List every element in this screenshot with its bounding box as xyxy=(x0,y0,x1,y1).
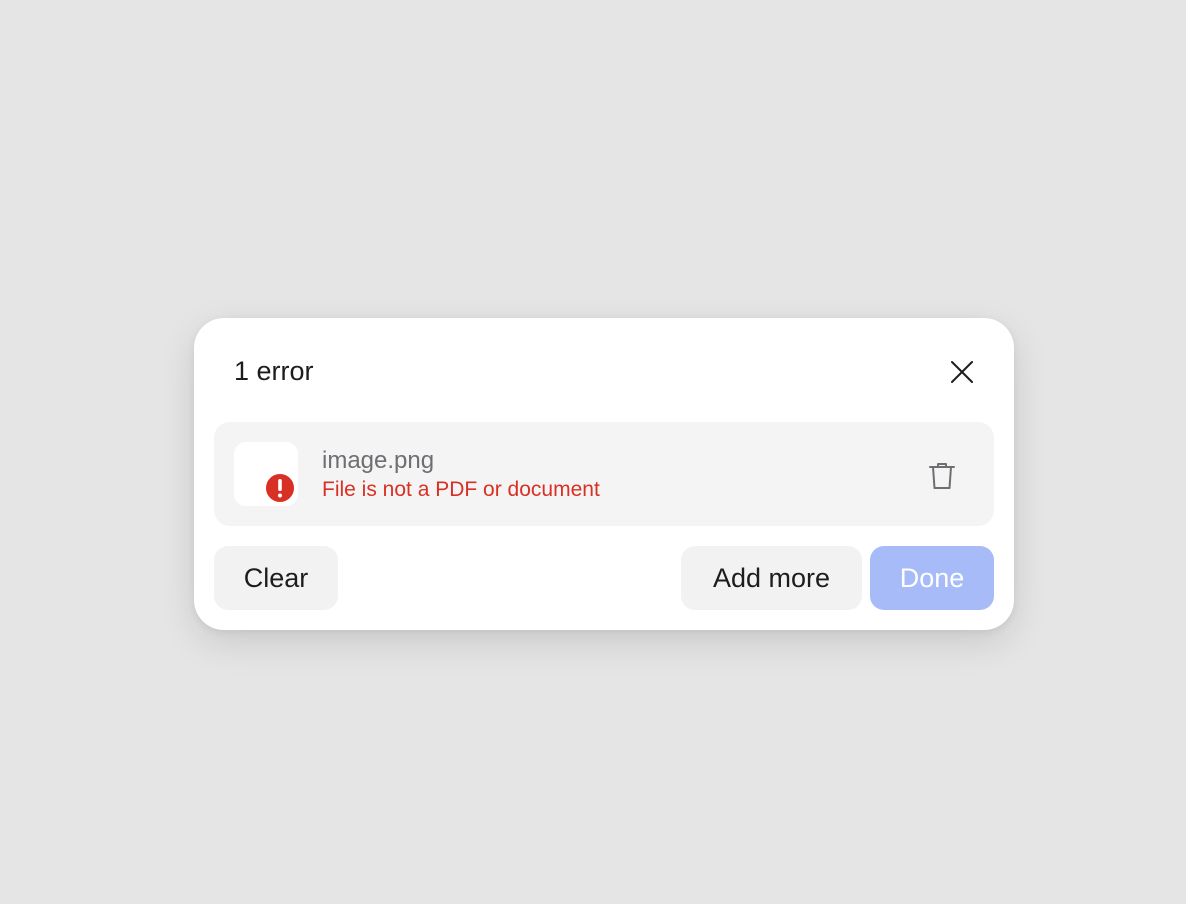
dialog-title: 1 error xyxy=(234,356,314,386)
close-button[interactable] xyxy=(944,354,980,390)
delete-file-button[interactable] xyxy=(922,456,962,496)
trash-icon xyxy=(929,463,955,489)
close-icon xyxy=(951,361,973,383)
file-name: image.png xyxy=(322,447,435,474)
upload-error-dialog: 1 error image.png File is not a PDF or d… xyxy=(194,318,1014,630)
done-button[interactable]: Done xyxy=(870,546,994,610)
clear-button[interactable]: Clear xyxy=(214,546,338,610)
file-error-message: File is not a PDF or document xyxy=(322,478,600,501)
error-icon xyxy=(264,472,296,504)
file-thumbnail xyxy=(234,442,298,506)
file-list-item: image.png File is not a PDF or document xyxy=(214,422,994,526)
add-more-button[interactable]: Add more xyxy=(681,546,862,610)
